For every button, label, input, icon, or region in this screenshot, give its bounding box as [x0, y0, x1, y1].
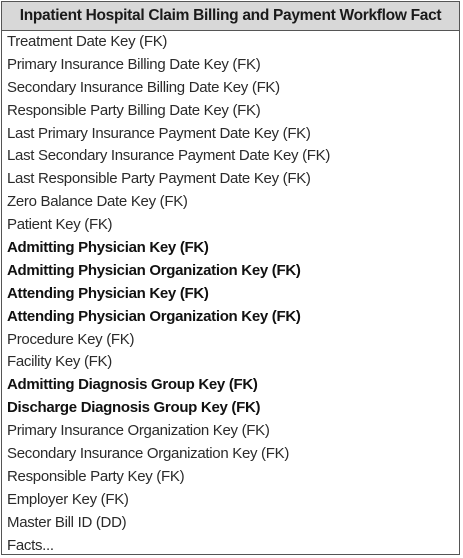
attribute-row: Patient Key (FK)	[7, 216, 113, 234]
attribute-row: Admitting Diagnosis Group Key (FK)	[7, 376, 258, 394]
attribute-row: Attending Physician Organization Key (FK…	[7, 307, 301, 325]
attribute-row: Attending Physician Key (FK)	[7, 284, 209, 302]
attribute-row: Responsible Party Billing Date Key (FK)	[7, 101, 261, 119]
attribute-row: Procedure Key (FK)	[7, 330, 135, 348]
attribute-row: Secondary Insurance Organization Key (FK…	[7, 445, 290, 463]
attribute-row: Last Secondary Insurance Payment Date Ke…	[7, 147, 331, 165]
attribute-row: Employer Key (FK)	[7, 490, 129, 508]
attribute-row: Discharge Diagnosis Group Key (FK)	[7, 399, 261, 417]
attribute-list: Treatment Date Key (FK) Primary Insuranc…	[2, 31, 459, 557]
attribute-row: Primary Insurance Organization Key (FK)	[7, 422, 270, 440]
attribute-row: Facility Key (FK)	[7, 353, 112, 371]
attribute-row: Last Primary Insurance Payment Date Key …	[7, 124, 311, 142]
attribute-row: Admitting Physician Key (FK)	[7, 239, 209, 257]
attribute-row: Facts...	[7, 536, 54, 554]
fact-table: Inpatient Hospital Claim Billing and Pay…	[1, 1, 460, 555]
table-title: Inpatient Hospital Claim Billing and Pay…	[2, 2, 459, 31]
attribute-row: Primary Insurance Billing Date Key (FK)	[7, 55, 261, 73]
attribute-row: Master Bill ID (DD)	[7, 513, 127, 531]
attribute-row: Last Responsible Party Payment Date Key …	[7, 170, 311, 188]
attribute-row: Admitting Physician Organization Key (FK…	[7, 261, 301, 279]
attribute-row: Secondary Insurance Billing Date Key (FK…	[7, 78, 280, 96]
attribute-row: Treatment Date Key (FK)	[7, 33, 168, 50]
attribute-row: Responsible Party Key (FK)	[7, 467, 185, 485]
attribute-row: Zero Balance Date Key (FK)	[7, 193, 188, 211]
